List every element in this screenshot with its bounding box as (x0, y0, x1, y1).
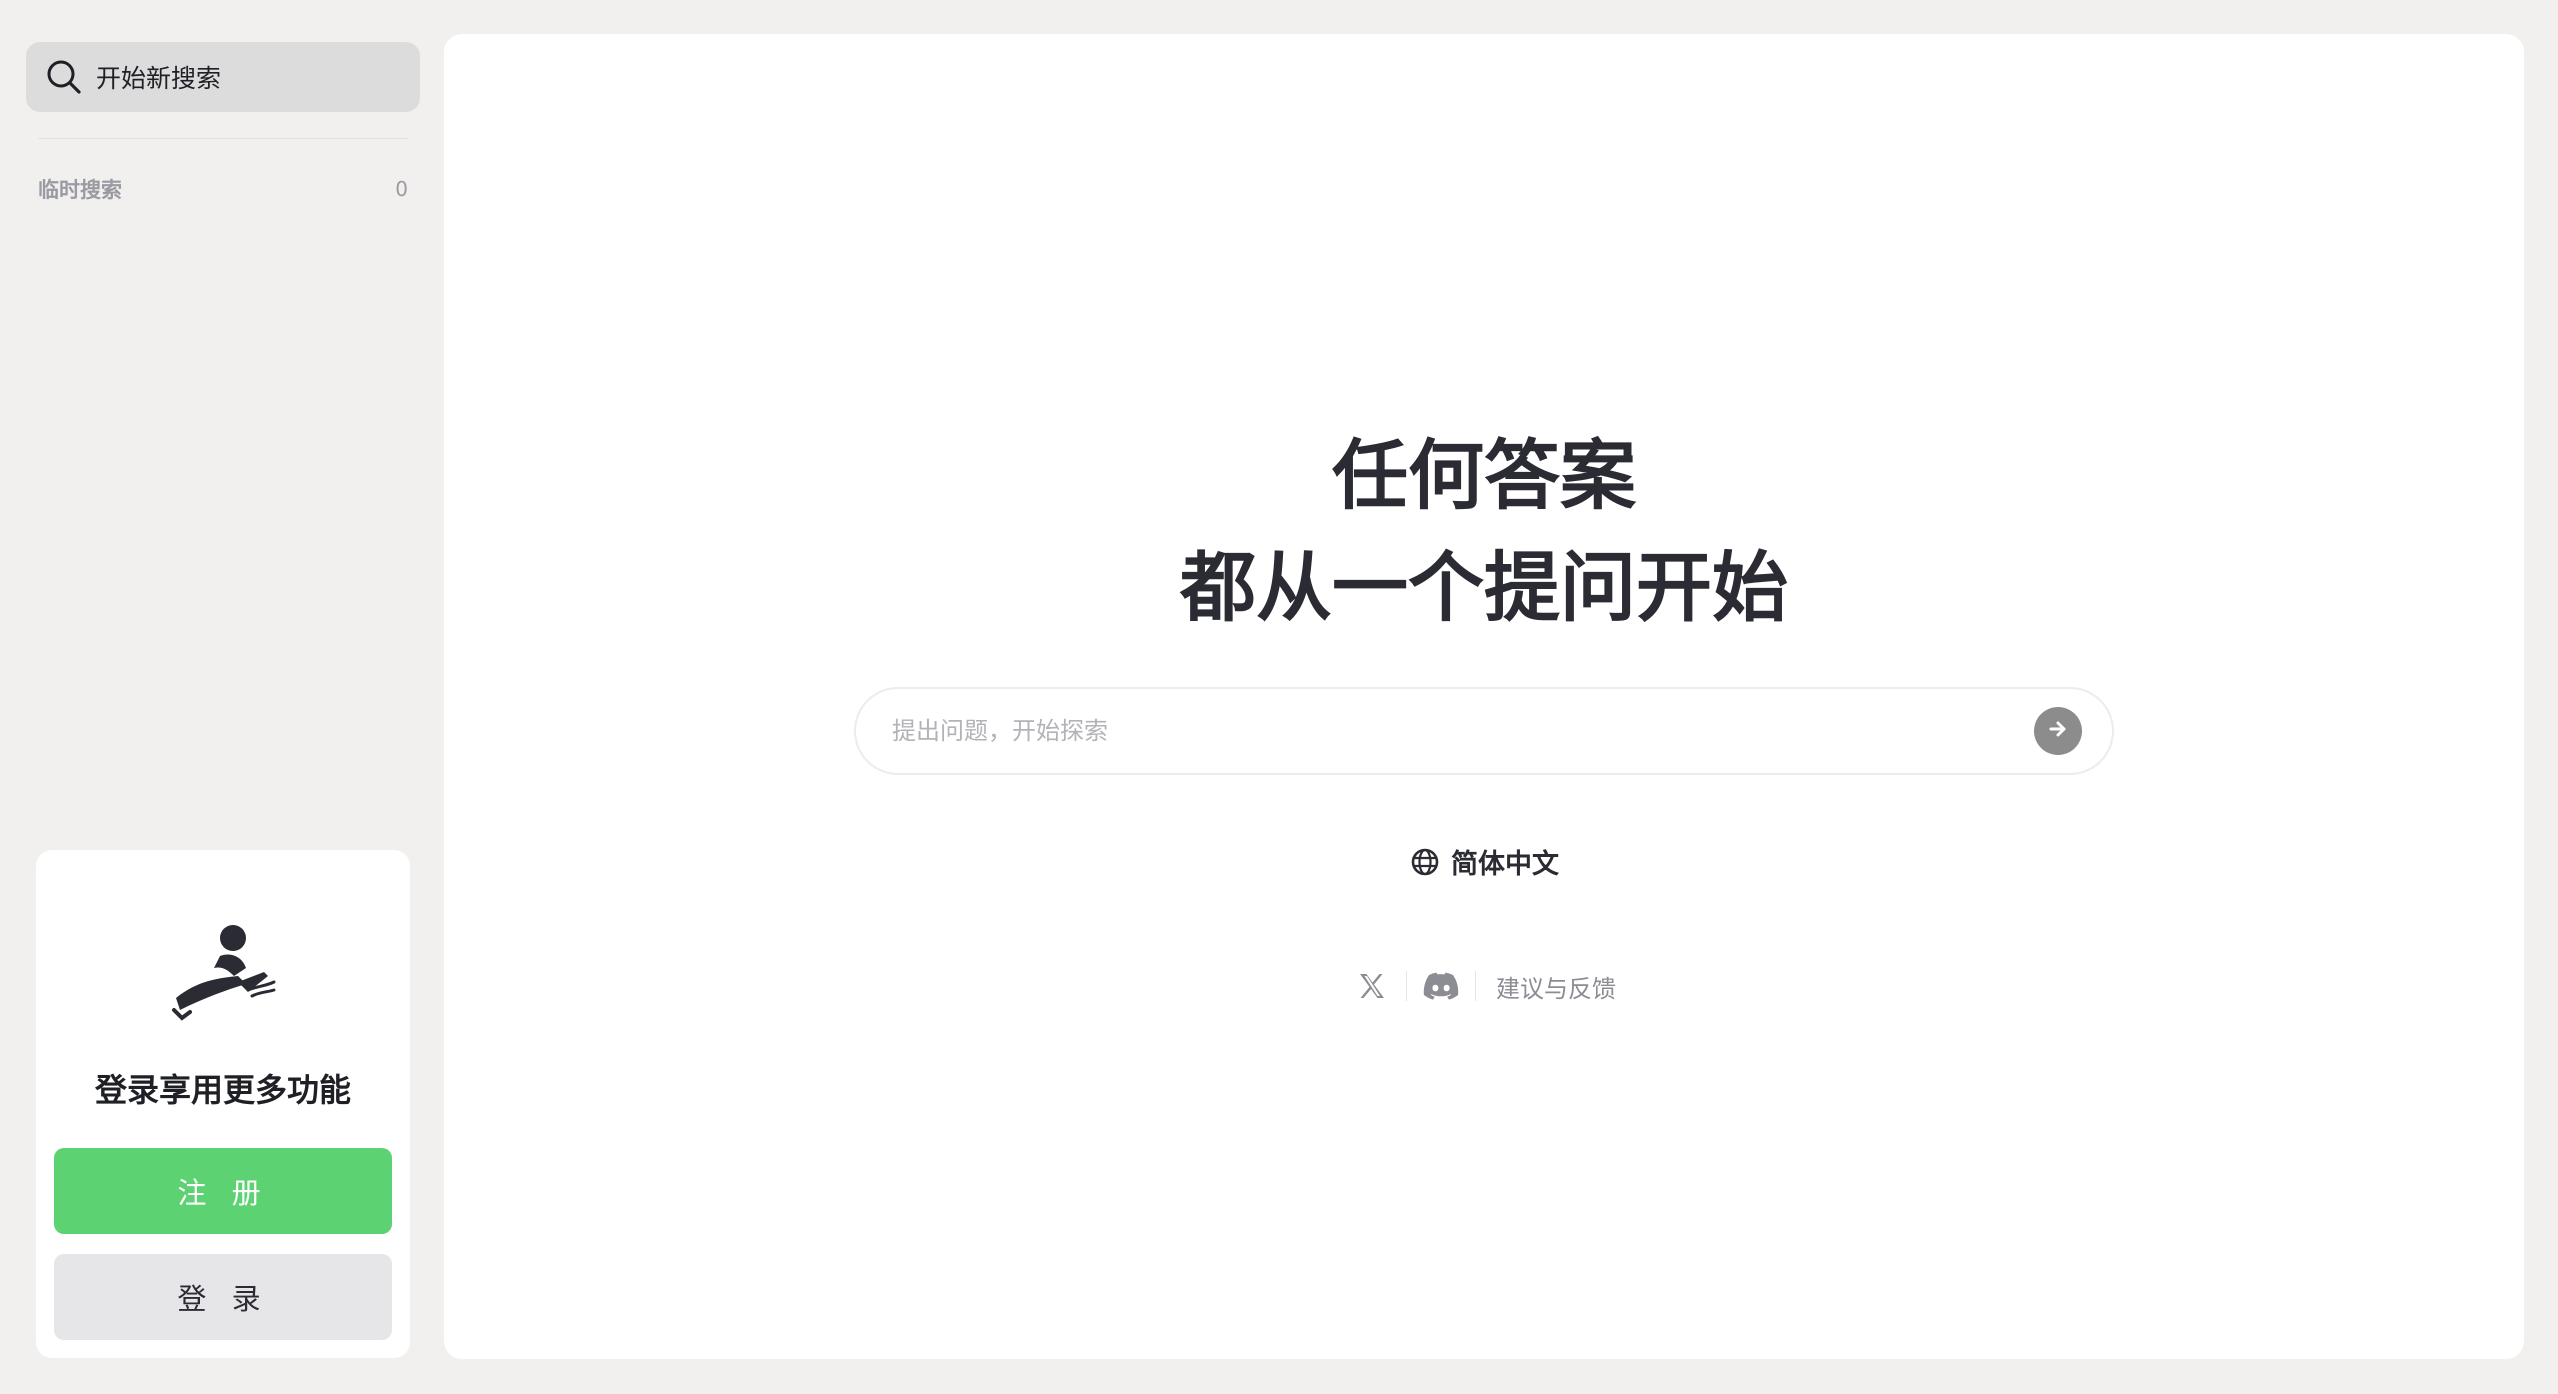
hero-headline-line-2: 都从一个提问开始 (1180, 543, 1788, 632)
send-button[interactable] (2034, 707, 2082, 755)
temp-search-title: 临时搜索 (38, 178, 122, 202)
x-logo-icon[interactable] (1352, 966, 1392, 1006)
temp-search-section-header[interactable]: 临时搜索 0 (38, 172, 408, 206)
link-separator (1406, 971, 1407, 1001)
register-button[interactable]: 注 册 (54, 1148, 392, 1234)
feedback-link[interactable]: 建议与反馈 (1496, 969, 1616, 1004)
login-promo-title: 登录享用更多功能 (94, 1071, 351, 1109)
ask-input[interactable] (890, 716, 2034, 746)
ask-box (854, 687, 2114, 775)
sidebar-divider (38, 138, 408, 139)
new-search-label: 开始新搜索 (96, 64, 222, 93)
reading-person-illustration (168, 920, 278, 1030)
language-row: 简体中文 (444, 842, 2524, 881)
globe-icon (1409, 846, 1441, 878)
discord-icon[interactable] (1421, 966, 1461, 1006)
arrow-right-icon (2046, 717, 2070, 745)
new-search-button[interactable]: 开始新搜索 (26, 42, 420, 112)
search-icon (44, 57, 84, 97)
hero-headline-line-1: 任何答案 (1332, 431, 1636, 520)
social-links-row: 建议与反馈 (444, 966, 2524, 1006)
language-selector[interactable]: 简体中文 (1409, 842, 1559, 881)
main-panel: 任何答案 都从一个提问开始 简体中文 (444, 34, 2524, 1359)
link-separator (1475, 971, 1476, 1001)
login-button[interactable]: 登 录 (54, 1254, 392, 1340)
temp-search-count: 0 (395, 177, 408, 201)
login-promo-card: 登录享用更多功能 注 册 登 录 (36, 850, 410, 1358)
sidebar: 开始新搜索 临时搜索 0 登录享用更多功能 注 册 登 录 (0, 0, 444, 1394)
hero-headline: 任何答案 都从一个提问开始 (444, 420, 2524, 644)
language-label: 简体中文 (1451, 849, 1559, 880)
